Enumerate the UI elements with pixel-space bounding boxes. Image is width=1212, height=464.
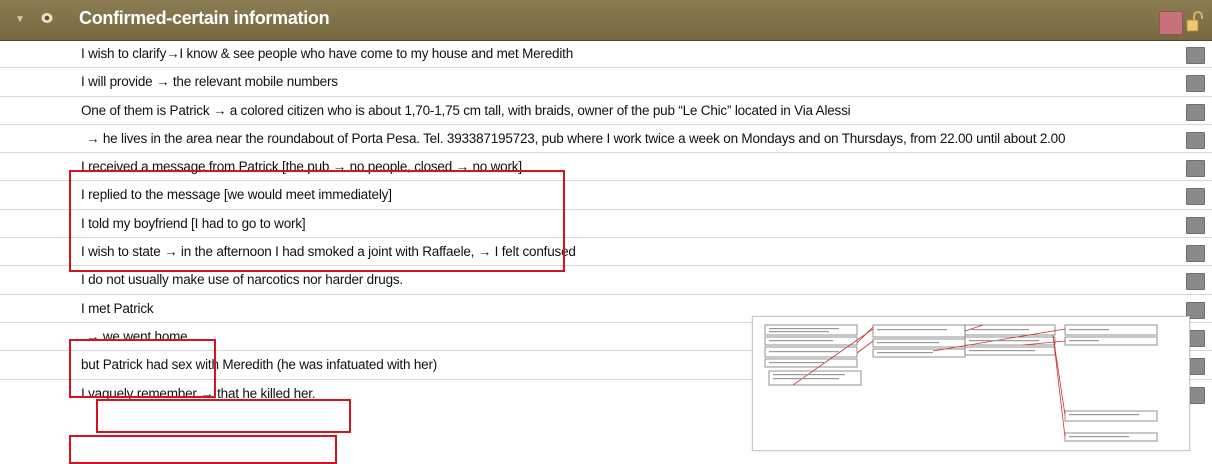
- diagram-minimap[interactable]: [752, 316, 1190, 451]
- unlock-icon[interactable]: [1185, 11, 1205, 33]
- row-marker[interactable]: [1186, 273, 1205, 291]
- list-item[interactable]: I will provide → the relevant mobile num…: [0, 68, 1212, 97]
- row-marker[interactable]: [1186, 75, 1205, 93]
- highlight-box: [69, 435, 337, 464]
- row-marker[interactable]: [1186, 160, 1205, 178]
- list-item[interactable]: One of them is Patrick → a colored citiz…: [0, 97, 1212, 125]
- row-marker[interactable]: [1186, 103, 1205, 121]
- collapse-toggle-icon[interactable]: ▼: [15, 14, 25, 25]
- row-marker[interactable]: [1186, 188, 1205, 206]
- row-text: I will provide → the relevant mobile num…: [81, 74, 338, 90]
- flag-marker-icon[interactable]: [1159, 11, 1183, 35]
- highlight-box: [69, 170, 565, 272]
- list-item[interactable]: I wish to clarify→I know & see people wh…: [0, 40, 1212, 69]
- row-text: I wish to clarify→I know & see people wh…: [81, 46, 573, 61]
- list-item[interactable]: → he lives in the area near the roundabo…: [0, 125, 1212, 154]
- row-text: I do not usually make use of narcotics n…: [81, 272, 403, 288]
- eye-icon[interactable]: [41, 12, 53, 24]
- row-marker[interactable]: [1186, 47, 1205, 64]
- row-marker[interactable]: [1186, 245, 1205, 263]
- row-text: I met Patrick: [81, 300, 154, 316]
- row-marker[interactable]: [1186, 216, 1205, 234]
- minimap-graphic: [764, 324, 1158, 442]
- highlight-box: [69, 339, 216, 398]
- row-marker[interactable]: [1186, 131, 1205, 149]
- section-header: ▼ Confirmed-certain information: [0, 0, 1212, 41]
- row-text: One of them is Patrick → a colored citiz…: [81, 102, 851, 118]
- section-title: Confirmed-certain information: [79, 8, 330, 28]
- row-text: → he lives in the area near the roundabo…: [86, 130, 1066, 146]
- highlight-box: [96, 399, 351, 433]
